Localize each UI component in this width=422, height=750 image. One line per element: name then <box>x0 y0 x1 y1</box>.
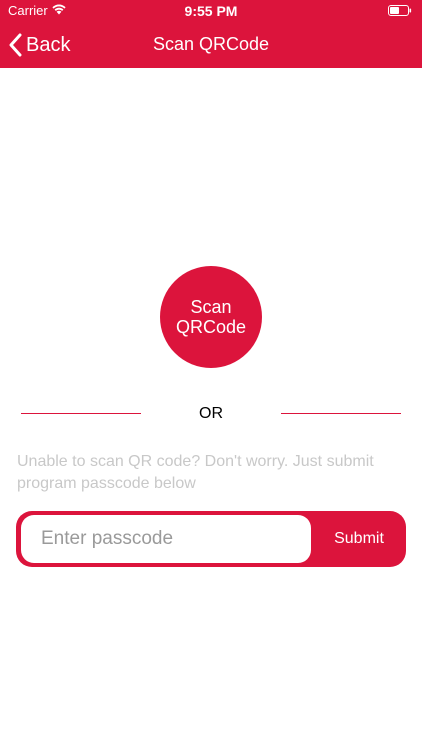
helper-text: Unable to scan QR code? Don't worry. Jus… <box>17 453 374 492</box>
scan-qrcode-button[interactable]: Scan QRCode <box>160 266 262 368</box>
passcode-input[interactable] <box>21 515 311 563</box>
status-time: 9:55 PM <box>184 3 238 19</box>
passcode-form: Submit <box>16 511 406 567</box>
page-title: Scan QRCode <box>152 34 270 54</box>
scan-qrcode-label: Scan QRCode <box>175 297 247 337</box>
battery-icon <box>388 5 412 16</box>
status-bar: Carrier 9:55 PM <box>0 0 422 22</box>
scan-qrcode-screen: Carrier 9:55 PM Back Scan QRCode Scan QR… <box>0 0 422 750</box>
navigation-bar: Back Scan QRCode <box>0 22 422 68</box>
header: Carrier 9:55 PM Back Scan QRCode <box>0 0 422 68</box>
submit-button[interactable]: Submit <box>312 511 406 567</box>
divider-line-right <box>281 413 401 414</box>
or-divider-label: OR <box>199 405 223 422</box>
